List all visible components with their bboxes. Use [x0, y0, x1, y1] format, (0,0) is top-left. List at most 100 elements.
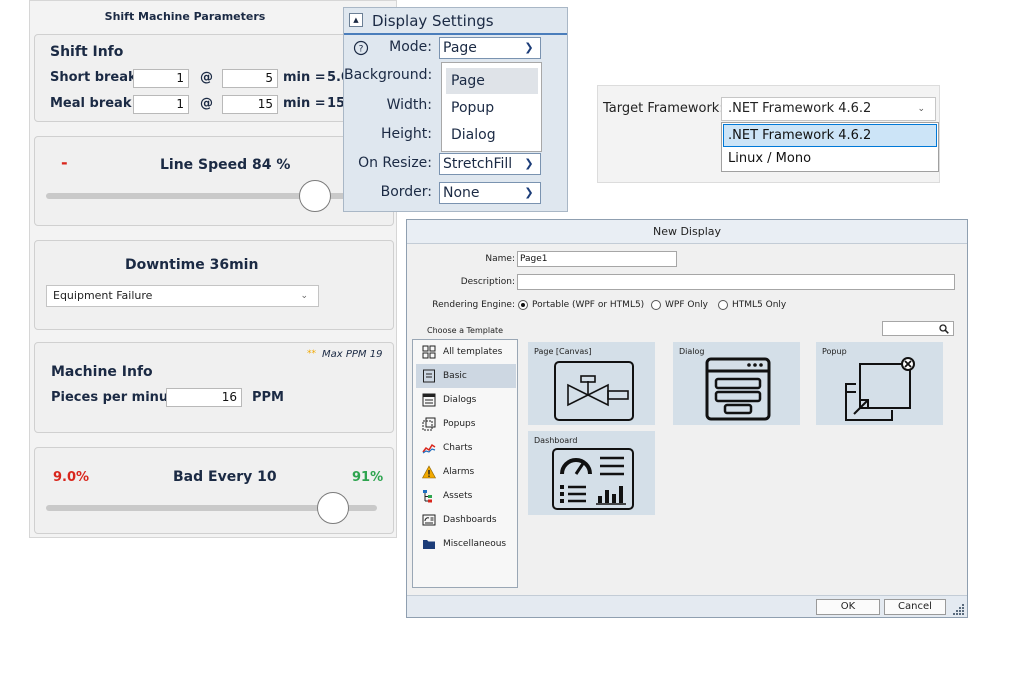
border-label: Border: [380, 184, 432, 200]
target-framework-value: .NET Framework 4.6.2 [728, 101, 872, 116]
mode-option-page[interactable]: Page [446, 68, 538, 94]
chevron-down-icon: ❯ [524, 157, 534, 170]
on-resize-value: StretchFill [443, 156, 513, 172]
machine-info-heading: Machine Info [51, 364, 153, 380]
ppm-input[interactable]: 16 [166, 388, 242, 407]
bad-every-card: 9.0% Bad Every 10 91% [34, 447, 394, 534]
shift-info-heading: Shift Info [50, 44, 124, 60]
grid-icon [422, 345, 436, 359]
radio-wpf-only-label: WPF Only [665, 300, 708, 310]
width-label: Width: [386, 97, 432, 113]
popup-template-icon [845, 357, 915, 421]
short-breaks-label: Short breaks [50, 70, 145, 85]
name-input[interactable]: Page1 [517, 251, 677, 267]
ppm-label: Pieces per minute [51, 390, 184, 405]
category-miscellaneous[interactable]: Miscellaneous [416, 532, 516, 556]
height-label: Height: [381, 126, 432, 142]
dashboard-icon [422, 514, 436, 526]
collapse-icon[interactable]: ▲ [349, 13, 363, 27]
category-all-templates[interactable]: All templates [416, 340, 516, 364]
downtime-heading: Downtime 36min [125, 257, 259, 273]
chevron-down-icon: ❯ [524, 186, 534, 199]
category-label: All templates [443, 347, 503, 357]
resize-grip-icon[interactable] [952, 602, 965, 615]
category-alarms[interactable]: Alarms [416, 460, 516, 484]
meal-break-unit: min = [283, 96, 326, 111]
display-settings-header: ▲ Display Settings [344, 8, 567, 35]
dialog-template-icon [705, 357, 771, 421]
mode-option-popup[interactable]: Popup [446, 95, 538, 121]
machine-info-card: ** Max PPM 19 Machine Info Pieces per mi… [34, 342, 394, 433]
chart-line-icon [422, 443, 436, 454]
framework-option-mono[interactable]: Linux / Mono [723, 148, 942, 170]
category-label: Basic [443, 371, 467, 381]
category-label: Popups [443, 419, 476, 429]
category-label: Dashboards [443, 515, 497, 525]
tile-label: Dialog [679, 347, 705, 356]
border-select[interactable]: None ❯ [439, 182, 541, 204]
tile-label: Page [Canvas] [534, 347, 592, 356]
mode-dropdown-list: Page Popup Dialog [441, 62, 542, 152]
category-popups[interactable]: Popups [416, 412, 516, 436]
mode-select[interactable]: Page ❯ [439, 37, 541, 59]
asset-tree-icon [423, 490, 432, 503]
category-dashboards[interactable]: Dashboards [416, 508, 516, 532]
category-label: Charts [443, 443, 473, 453]
tile-dashboard[interactable]: Dashboard [528, 431, 655, 515]
radio-html5-only[interactable] [718, 300, 728, 310]
shift-machine-panel: Shift Machine Parameters Shift Info Shor… [29, 0, 397, 538]
template-category-list: All templates Basic Dialogs Popups Chart… [412, 339, 518, 588]
meal-break-count-input[interactable]: 1 [133, 95, 189, 114]
dialog-button-bar: OK Cancel [407, 595, 967, 617]
ok-button[interactable]: OK [816, 599, 880, 615]
radio-portable[interactable] [518, 300, 528, 310]
tile-dialog[interactable]: Dialog [673, 342, 800, 425]
shift-info-card: Shift Info Short breaks 1 @ 5 min = 5.0 … [34, 34, 394, 122]
category-dialogs[interactable]: Dialogs [416, 388, 516, 412]
display-settings-title: Display Settings [372, 12, 494, 30]
target-framework-select[interactable]: .NET Framework 4.6.2 ⌄ [721, 97, 936, 121]
framework-option-net[interactable]: .NET Framework 4.6.2 [723, 124, 937, 147]
bad-left-pct: 9.0% [53, 470, 90, 485]
meal-break-label: Meal break [50, 96, 132, 111]
mode-option-dialog[interactable]: Dialog [446, 122, 538, 148]
short-breaks-count-input[interactable]: 1 [133, 69, 189, 88]
border-value: None [443, 185, 480, 201]
bad-every-thumb[interactable] [317, 492, 349, 524]
description-input[interactable] [517, 274, 955, 290]
target-framework-label: Target Framework: [603, 101, 724, 116]
tile-popup[interactable]: Popup [816, 342, 943, 425]
short-breaks-unit: min = [283, 70, 326, 85]
target-framework-panel: Target Framework: .NET Framework 4.6.2 ⌄… [597, 85, 940, 183]
background-label: Background: [344, 67, 433, 83]
template-search-input[interactable] [882, 321, 954, 336]
line-speed-minus[interactable]: - [61, 153, 68, 172]
line-speed-thumb[interactable] [299, 180, 331, 212]
name-label: Name: [485, 254, 515, 264]
meal-break-at: @ [200, 96, 213, 111]
dialog-title: New Display [652, 225, 722, 238]
short-breaks-minutes-input[interactable]: 5 [222, 69, 278, 88]
on-resize-select[interactable]: StretchFill ❯ [439, 153, 541, 175]
rendering-engine-label: Rendering Engine: [432, 300, 515, 310]
category-charts[interactable]: Charts [416, 436, 516, 460]
mode-label: Mode: [389, 39, 432, 55]
dialog-window-icon [422, 393, 436, 407]
warning-icon [422, 465, 436, 479]
popup-icon [422, 417, 436, 431]
max-ppm-label: Max PPM 19 [322, 349, 383, 360]
new-display-dialog: New Display Name: Page1 Description: Ren… [406, 219, 968, 618]
downtime-card: Downtime 36min Equipment Failure ⌄ [34, 240, 394, 330]
downtime-reason-select[interactable]: Equipment Failure ⌄ [46, 285, 319, 307]
description-label: Description: [460, 277, 515, 287]
category-label: Miscellaneous [443, 539, 507, 549]
meal-break-minutes-input[interactable]: 15 [222, 95, 278, 114]
radio-wpf-only[interactable] [651, 300, 661, 310]
dashboard-template-icon [552, 448, 634, 510]
target-framework-list: .NET Framework 4.6.2 Linux / Mono [721, 122, 939, 172]
category-basic[interactable]: Basic [416, 364, 516, 388]
category-assets[interactable]: Assets [416, 484, 516, 508]
cancel-button[interactable]: Cancel [884, 599, 946, 615]
tile-page-canvas[interactable]: Page [Canvas] [528, 342, 655, 425]
folder-icon [423, 540, 435, 549]
